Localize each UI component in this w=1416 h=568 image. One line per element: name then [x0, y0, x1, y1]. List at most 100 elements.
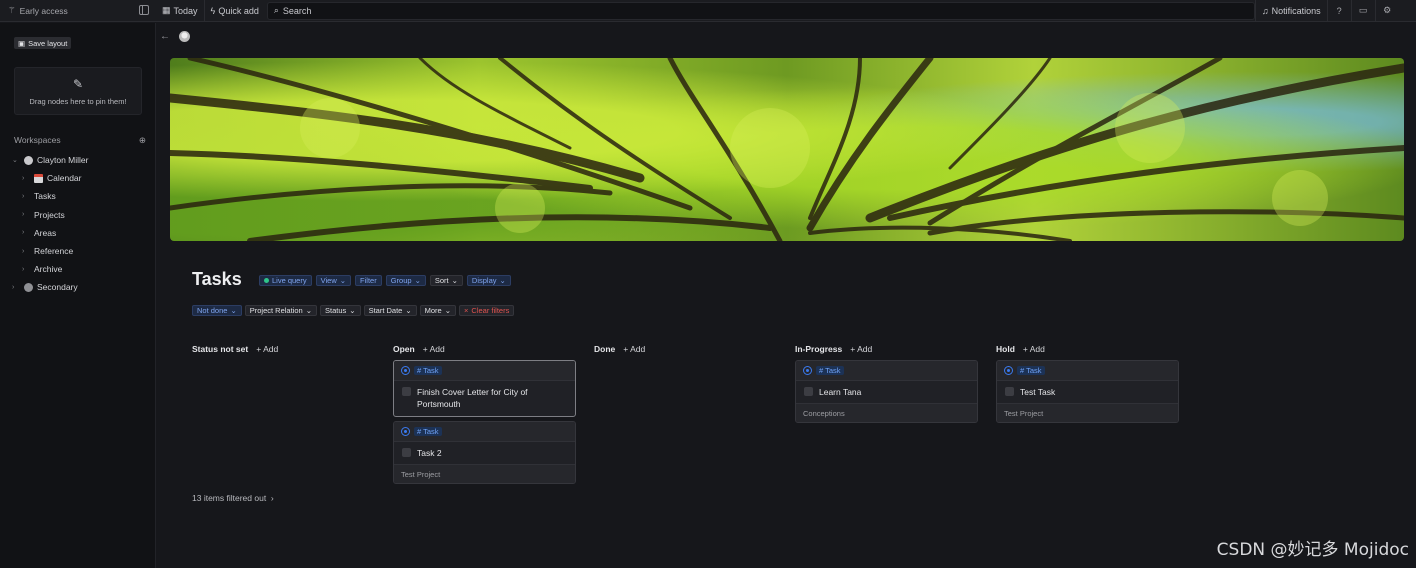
- chevron-right-icon[interactable]: ›: [22, 211, 30, 218]
- pin-icon: ✎: [72, 76, 84, 91]
- calendar-icon: ▦: [162, 5, 171, 15]
- task-title[interactable]: Task 2: [417, 447, 442, 459]
- tana-logo-icon: ⚚: [8, 5, 16, 15]
- add-workspace-icon[interactable]: ⊕: [139, 135, 146, 146]
- task-title[interactable]: Finish Cover Letter for City of Portsmou…: [417, 386, 568, 410]
- board-column-in-progress: In-Progress + Add # Task Learn Tana Conc…: [795, 342, 978, 423]
- group-button[interactable]: Group ⌄: [385, 275, 426, 286]
- filter-not-done[interactable]: Not done ⌄: [192, 305, 242, 316]
- add-card-button[interactable]: + Add: [256, 344, 278, 354]
- task-tag-icon: [401, 427, 410, 436]
- board-column-status-not-set: Status not set + Add: [192, 342, 375, 356]
- today-button[interactable]: ▦ Today: [156, 0, 204, 21]
- sidebar-item-areas[interactable]: › Areas: [12, 224, 89, 242]
- filter-project-relation[interactable]: Project Relation ⌄: [244, 305, 317, 316]
- back-arrow-icon[interactable]: ←: [160, 31, 170, 42]
- task-tag[interactable]: # Task: [816, 366, 844, 375]
- sidebar-item-calendar[interactable]: › Calendar: [12, 169, 89, 187]
- pin-drop-zone[interactable]: ✎ Drag nodes here to pin them!: [14, 67, 142, 115]
- chevron-down-icon[interactable]: ⌄: [12, 156, 20, 164]
- quick-add-button[interactable]: ϟ Quick add: [205, 0, 265, 21]
- gear-icon[interactable]: ⚙: [1374, 0, 1399, 22]
- task-title[interactable]: Test Task: [1020, 386, 1055, 398]
- chevron-down-icon: ⌄: [444, 306, 452, 315]
- task-tag[interactable]: # Task: [414, 427, 442, 436]
- add-card-button[interactable]: + Add: [850, 344, 872, 354]
- task-tag-icon: [401, 366, 410, 375]
- task-card[interactable]: # Task Finish Cover Letter for City of P…: [393, 360, 576, 417]
- keyboard-icon[interactable]: ▭: [1350, 0, 1375, 22]
- chevron-right-icon[interactable]: ›: [22, 229, 30, 236]
- main-panel: ← Tasks Live query View ⌄ Filter Group ⌄…: [157, 23, 1416, 568]
- workspace-tree: ⌄ Clayton Miller › Calendar › Tasks › Pr…: [12, 151, 89, 297]
- task-card[interactable]: # Task Test Task Test Project: [996, 360, 1179, 423]
- task-project[interactable]: Conceptions: [796, 403, 977, 422]
- filter-bar: Not done ⌄ Project Relation ⌄ Status ⌄ S…: [192, 305, 515, 316]
- avatar: [179, 31, 190, 42]
- task-project[interactable]: Test Project: [997, 403, 1178, 422]
- chevron-down-icon: ⌄: [339, 276, 347, 285]
- chevron-right-icon[interactable]: ›: [22, 175, 30, 182]
- lightning-icon: ϟ: [210, 5, 216, 16]
- task-title[interactable]: Learn Tana: [819, 386, 861, 398]
- search-input[interactable]: ⌕ Search: [266, 1, 1255, 20]
- view-toolbar: Live query View ⌄ Filter Group ⌄ Sort ⌄ …: [259, 275, 511, 286]
- workspace-icon: [24, 282, 33, 292]
- sidebar-item-tasks[interactable]: › Tasks: [12, 187, 89, 205]
- column-header: In-Progress + Add: [795, 344, 873, 354]
- chevron-right-icon[interactable]: ›: [22, 248, 30, 255]
- calendar-icon: [34, 173, 43, 183]
- filter-start-date[interactable]: Start Date ⌄: [363, 305, 417, 316]
- page-title: Tasks: [192, 269, 242, 289]
- board-column-open: Open + Add # Task Finish Cover Letter fo…: [393, 342, 576, 484]
- chevron-down-icon: ⌄: [451, 276, 458, 285]
- live-query-button[interactable]: Live query: [259, 275, 312, 286]
- task-checkbox[interactable]: [804, 387, 813, 396]
- brand: ⚚ Early access: [0, 0, 156, 21]
- task-checkbox[interactable]: [402, 448, 411, 457]
- add-card-button[interactable]: + Add: [423, 344, 445, 354]
- chevron-right-icon[interactable]: ›: [12, 284, 20, 291]
- task-tag[interactable]: # Task: [1017, 366, 1045, 375]
- task-tag[interactable]: # Task: [414, 366, 442, 375]
- display-button[interactable]: Display ⌄: [466, 275, 511, 286]
- chevron-down-icon: ⌄: [499, 276, 506, 285]
- chevron-down-icon: ⌄: [305, 306, 312, 315]
- filtered-out-link[interactable]: 13 items filtered out ›: [192, 493, 274, 503]
- task-checkbox[interactable]: [402, 387, 411, 396]
- column-header: Done + Add: [594, 344, 646, 354]
- task-project[interactable]: Test Project: [394, 464, 575, 483]
- filter-more[interactable]: More ⌄: [419, 305, 457, 316]
- task-tag-icon: [803, 366, 812, 375]
- workspace-secondary[interactable]: › Secondary: [12, 278, 89, 296]
- bell-icon: ♫: [1261, 5, 1269, 16]
- view-button[interactable]: View ⌄: [315, 275, 352, 286]
- workspace-clayton-miller[interactable]: ⌄ Clayton Miller: [12, 151, 89, 169]
- task-card[interactable]: # Task Task 2 Test Project: [393, 421, 576, 484]
- close-icon: ×: [464, 306, 469, 315]
- notifications-button[interactable]: ♫ Notifications: [1254, 0, 1327, 21]
- save-layout-button[interactable]: ▣ Save layout: [14, 37, 72, 49]
- banner-image: [170, 58, 1404, 241]
- chevron-right-icon[interactable]: ›: [22, 193, 30, 200]
- add-card-button[interactable]: + Add: [623, 344, 645, 354]
- task-tag-icon: [1004, 366, 1013, 375]
- sort-button[interactable]: Sort ⌄: [429, 275, 463, 286]
- sidebar-item-reference[interactable]: › Reference: [12, 242, 89, 260]
- board-column-hold: Hold + Add # Task Test Task Test Project: [996, 342, 1179, 423]
- task-checkbox[interactable]: [1005, 387, 1014, 396]
- clear-filters-button[interactable]: × Clear filters: [459, 305, 515, 316]
- help-icon[interactable]: ?: [1326, 0, 1351, 22]
- tree-canopy-illustration: [170, 58, 1404, 241]
- chevron-right-icon[interactable]: ›: [22, 266, 30, 273]
- task-card[interactable]: # Task Learn Tana Conceptions: [795, 360, 978, 423]
- filter-status[interactable]: Status ⌄: [320, 305, 361, 316]
- sidebar-item-projects[interactable]: › Projects: [12, 206, 89, 224]
- filter-button[interactable]: Filter: [355, 275, 382, 286]
- sidebar-item-archive[interactable]: › Archive: [12, 260, 89, 278]
- chevron-down-icon: ⌄: [414, 276, 421, 285]
- search-icon: ⌕: [273, 5, 279, 15]
- add-card-button[interactable]: + Add: [1023, 344, 1045, 354]
- sidebar-toggle-icon[interactable]: [139, 5, 149, 15]
- top-bar: ⚚ Early access ▦ Today ϟ Quick add ⌕ Sea…: [0, 0, 1416, 22]
